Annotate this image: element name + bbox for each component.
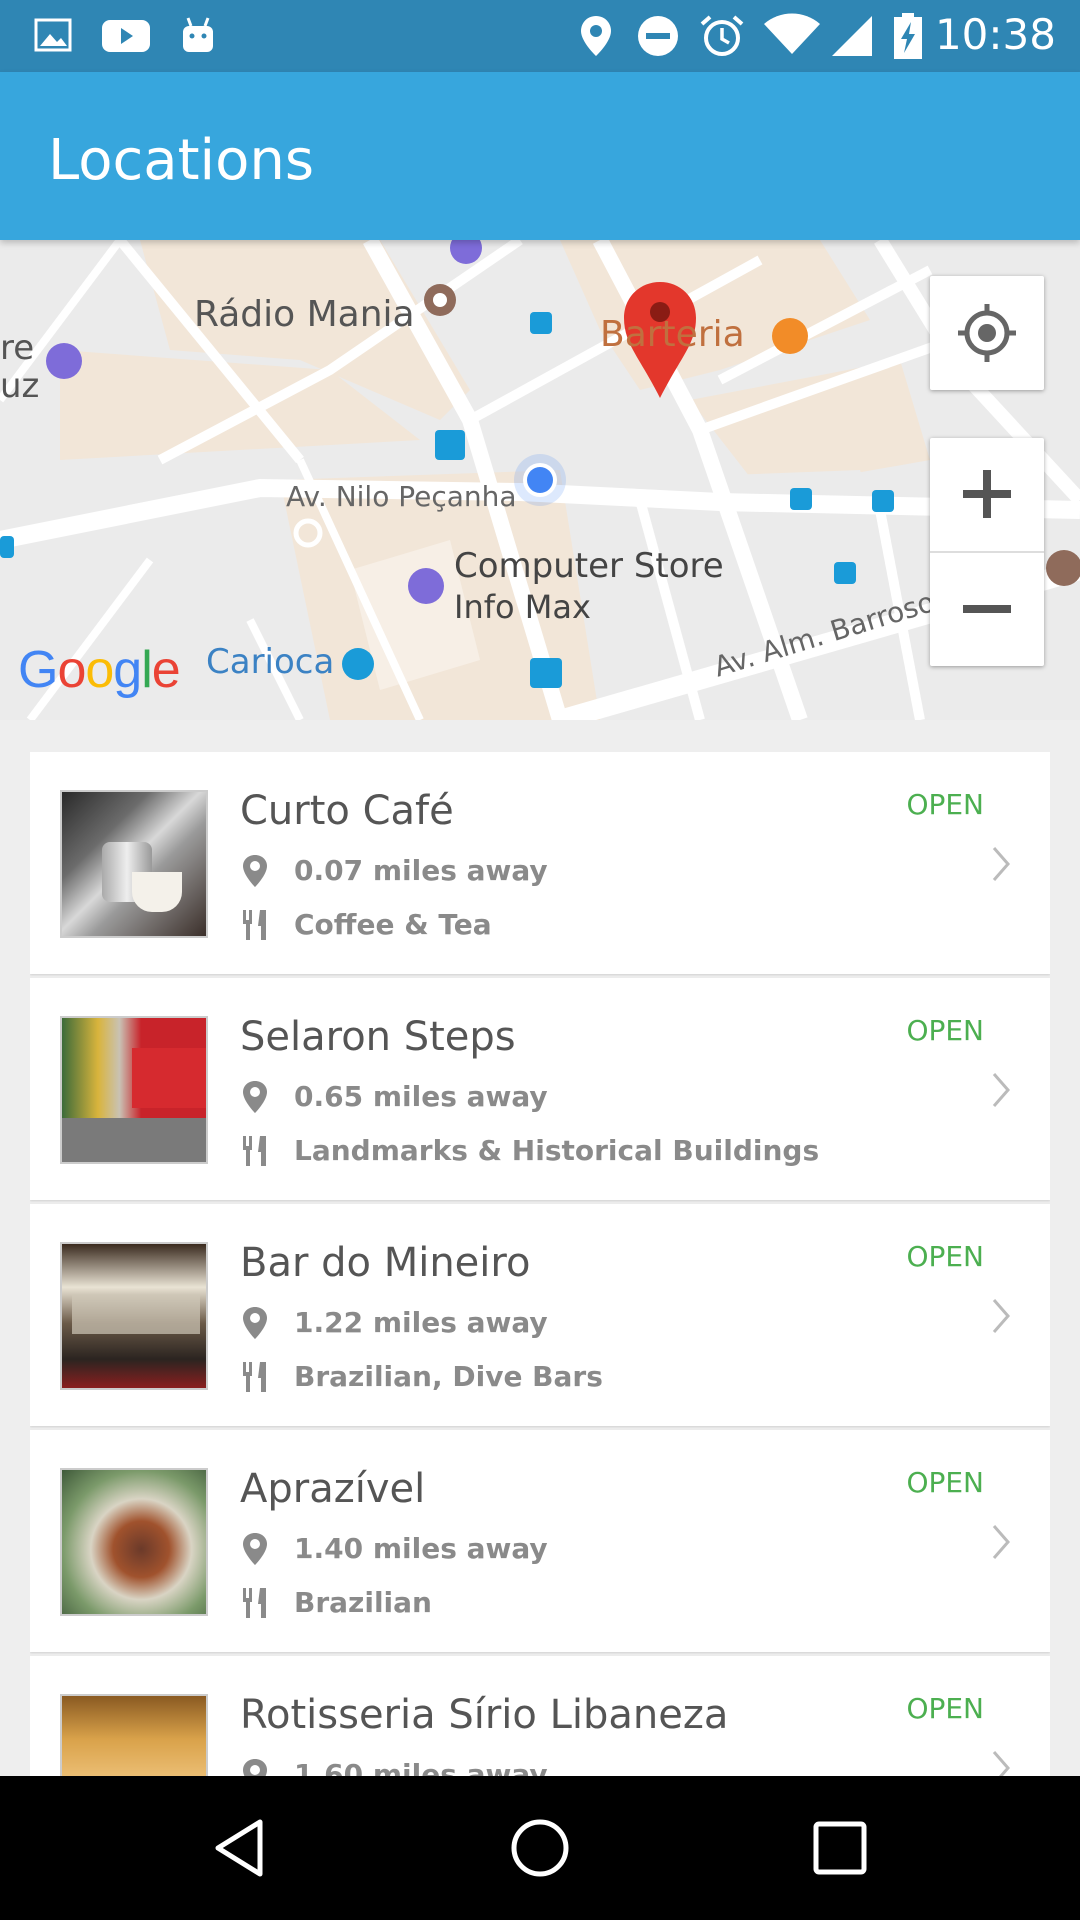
plus-icon — [963, 470, 1011, 518]
pin-icon — [243, 1081, 267, 1113]
utensils-icon — [243, 1362, 266, 1392]
location-name: Aprazível — [240, 1466, 426, 1512]
location-name: Selaron Steps — [240, 1014, 516, 1060]
pin-icon — [243, 1533, 267, 1565]
google-logo-letter: o — [57, 641, 86, 699]
location-card[interactable]: Selaron Steps 0.65 miles away Landmarks … — [30, 978, 1050, 1200]
location-card[interactable]: Curto Café 0.07 miles away Coffee & Tea … — [30, 752, 1050, 974]
signal-icon — [832, 16, 872, 56]
navigation-bar — [0, 1776, 1080, 1920]
chevron-right-icon — [992, 847, 1010, 881]
crosshair-icon — [958, 304, 1016, 362]
location-card[interactable]: Rotisseria Sírio Libaneza 1.60 miles awa… — [30, 1656, 1050, 1776]
utensils-icon — [243, 1136, 266, 1166]
location-thumbnail — [60, 1468, 208, 1616]
location-icon — [581, 16, 611, 56]
location-name: Rotisseria Sírio Libaneza — [240, 1692, 729, 1738]
map-label-carioca: Carioca — [206, 642, 335, 682]
location-thumbnail — [60, 790, 208, 938]
location-name: Bar do Mineiro — [240, 1240, 531, 1286]
do-not-disturb-icon — [638, 16, 678, 56]
location-thumbnail — [60, 1242, 208, 1390]
map-label-info-max: Info Max — [454, 588, 591, 626]
zoom-in-button[interactable] — [930, 438, 1044, 551]
location-category: Brazilian — [294, 1586, 432, 1619]
map-label-edge-2: uz — [0, 366, 40, 406]
youtube-icon — [102, 20, 150, 52]
open-status-badge: OPEN — [906, 788, 984, 821]
status-bar: 10:38 — [0, 0, 1080, 72]
chevron-right-icon — [992, 1073, 1010, 1107]
minus-icon — [963, 605, 1011, 613]
location-distance: 1.40 miles away — [294, 1532, 548, 1565]
map-label-computer-store: Computer Store — [454, 546, 724, 586]
open-status-badge: OPEN — [906, 1692, 984, 1725]
map-label-radio-mania: Rádio Mania — [194, 294, 415, 335]
pin-icon — [243, 1307, 267, 1339]
google-logo-letter: o — [85, 641, 114, 699]
location-card[interactable]: Bar do Mineiro 1.22 miles away Brazilian… — [30, 1204, 1050, 1426]
google-logo-letter: g — [113, 641, 142, 699]
location-distance: 0.65 miles away — [294, 1080, 548, 1113]
page-title: Locations — [48, 128, 315, 193]
image-icon — [34, 18, 72, 52]
open-status-badge: OPEN — [906, 1240, 984, 1273]
my-location-button[interactable] — [930, 276, 1044, 390]
location-thumbnail — [60, 1016, 208, 1164]
location-list[interactable]: Curto Café 0.07 miles away Coffee & Tea … — [30, 752, 1050, 1776]
utensils-icon — [243, 910, 266, 940]
home-icon[interactable] — [504, 1812, 576, 1884]
chevron-right-icon — [992, 1299, 1010, 1333]
location-name: Curto Café — [240, 788, 454, 834]
chevron-right-icon — [992, 1525, 1010, 1559]
map-label-barteria: Barteria — [600, 314, 745, 355]
zoom-controls — [930, 438, 1044, 666]
back-icon[interactable] — [204, 1812, 276, 1884]
pin-icon — [243, 855, 267, 887]
location-distance: 0.07 miles away — [294, 854, 548, 887]
app-bar: Locations — [0, 72, 1080, 240]
location-category: Landmarks & Historical Buildings — [294, 1134, 820, 1167]
pin-icon — [243, 1759, 267, 1776]
map-label-edge-1: re — [0, 328, 35, 368]
location-distance: 1.60 miles away — [294, 1758, 548, 1776]
google-logo-letter: l — [141, 641, 153, 699]
recents-icon[interactable] — [804, 1812, 876, 1884]
map-view[interactable]: Rádio Mania Barteria Av. Nilo Peçanha Co… — [0, 240, 1080, 720]
location-thumbnail — [60, 1694, 208, 1776]
location-card[interactable]: Aprazível 1.40 miles away Brazilian OPEN — [30, 1430, 1050, 1652]
chevron-right-icon — [992, 1751, 1010, 1776]
google-logo-letter: G — [18, 641, 58, 699]
google-logo-letter: e — [151, 641, 181, 699]
utensils-icon — [243, 1588, 266, 1618]
google-logo: Google — [18, 640, 181, 700]
zoom-out-button[interactable] — [930, 553, 1044, 666]
location-distance: 1.22 miles away — [294, 1306, 548, 1339]
open-status-badge: OPEN — [906, 1466, 984, 1499]
wifi-icon — [764, 13, 820, 54]
android-icon — [183, 17, 213, 52]
location-category: Coffee & Tea — [294, 908, 492, 941]
status-time: 10:38 — [934, 10, 1056, 59]
battery-charging-icon — [894, 13, 922, 59]
alarm-icon — [700, 15, 744, 56]
map-label-nilo-pecanha: Av. Nilo Peçanha — [286, 480, 517, 513]
location-category: Brazilian, Dive Bars — [294, 1360, 603, 1393]
open-status-badge: OPEN — [906, 1014, 984, 1047]
